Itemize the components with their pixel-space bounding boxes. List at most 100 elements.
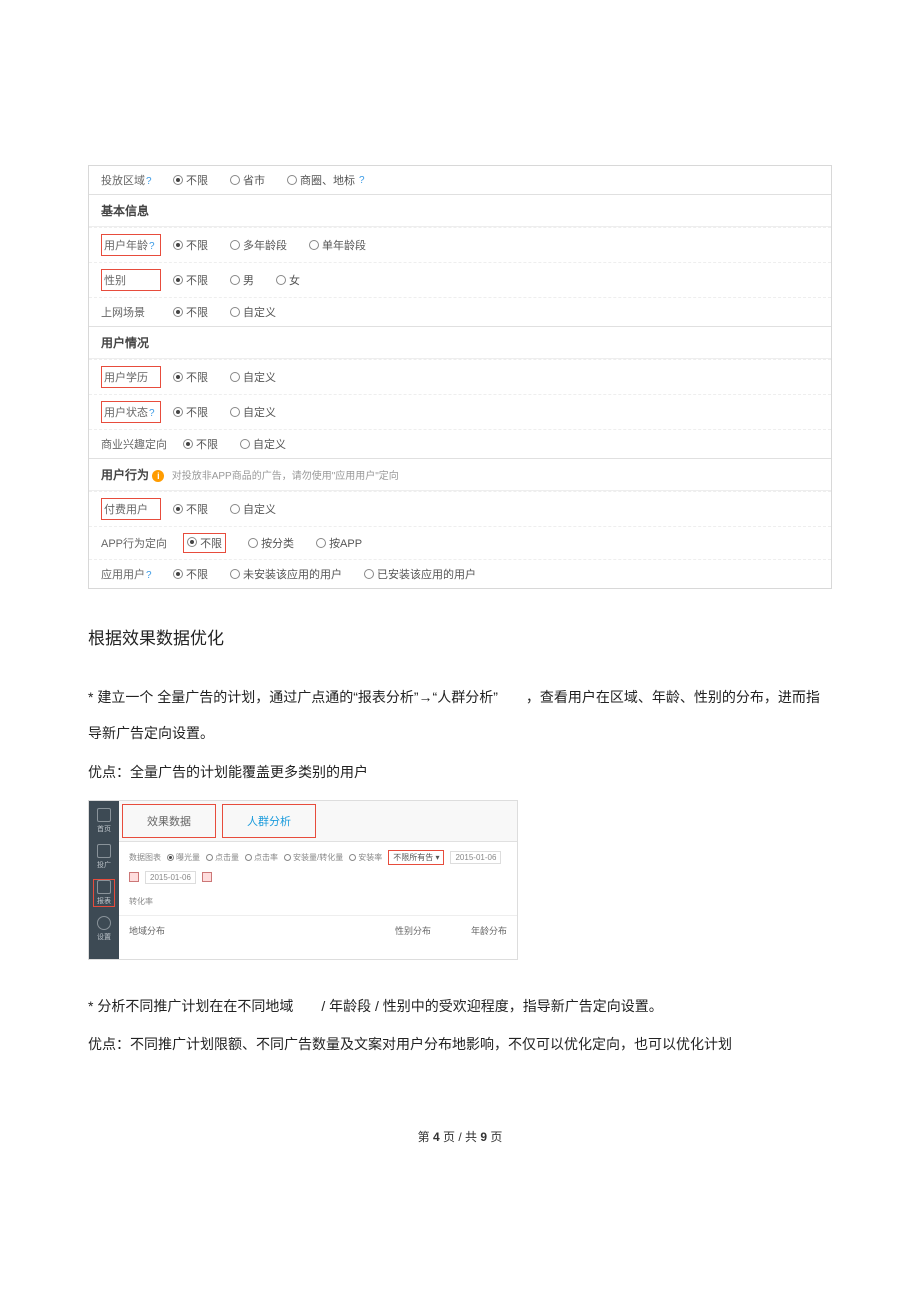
radio-status-1[interactable]: 自定义	[230, 404, 276, 420]
campaign-dropdown[interactable]: 不限所有告 ▾	[388, 850, 444, 865]
date-to[interactable]: 2015-01-06	[145, 871, 196, 884]
radio-pay-1[interactable]: 自定义	[230, 501, 276, 517]
analytics-sidebar: 首页 投广 报表 设置	[89, 801, 119, 959]
paragraph-2: 优点：全量广告的计划能覆盖更多类别的用户	[88, 758, 832, 786]
page-footer: 第 4 页 / 共 9 页	[88, 1128, 832, 1145]
analytics-figure: 首页 投广 报表 设置 效果数据 人群分析 数据图表 曝光量 点击量 点击率 安…	[88, 800, 518, 960]
metric-3[interactable]: 安装量/转化量	[284, 852, 343, 863]
radio-appu-1[interactable]: 未安装该应用的用户	[230, 566, 342, 582]
metric-0[interactable]: 曝光量	[167, 852, 200, 863]
radio-icon	[276, 275, 286, 285]
radio-appu-2[interactable]: 已安装该应用的用户	[364, 566, 476, 582]
radio-icon	[245, 854, 252, 861]
help-icon[interactable]: ?	[146, 570, 152, 581]
tab-crowd-analysis[interactable]: 人群分析	[222, 804, 316, 838]
help-icon[interactable]: ?	[359, 175, 365, 186]
radio-icon	[173, 372, 183, 382]
radio-icon	[316, 538, 326, 548]
analytics-controls: 数据图表 曝光量 点击量 点击率 安装量/转化量 安装率 不限所有告 ▾ 201…	[119, 842, 517, 916]
radio-scene-0[interactable]: 不限	[173, 304, 208, 320]
radio-icon	[173, 569, 183, 579]
col-region: 地域分布	[129, 924, 165, 937]
radio-icon	[167, 854, 174, 861]
calendar-icon[interactable]	[129, 872, 139, 882]
paragraph-1: * 建立一个 全量广告的计划，通过广点通的“报表分析”→“人群分析” ，查看用户…	[88, 679, 832, 752]
radio-edu-0[interactable]: 不限	[173, 369, 208, 385]
help-icon[interactable]: ?	[149, 408, 155, 419]
radio-icon	[230, 504, 240, 514]
sidebar-item-settings[interactable]: 设置	[93, 915, 115, 943]
metric-1[interactable]: 点击量	[206, 852, 239, 863]
radio-appu-0[interactable]: 不限	[173, 566, 208, 582]
radio-gender-0[interactable]: 不限	[173, 272, 208, 288]
section-user-header: 用户情况	[89, 327, 831, 359]
row-status: 用户状态? 不限 自定义	[89, 394, 831, 429]
radio-icon	[309, 240, 319, 250]
sidebar-item-home[interactable]: 首页	[93, 807, 115, 835]
radio-interest-1[interactable]: 自定义	[240, 436, 286, 452]
radio-appb-2[interactable]: 按APP	[316, 535, 362, 551]
radio-icon	[183, 439, 193, 449]
label-pay: 付费用户	[101, 498, 161, 520]
radio-region-0[interactable]: 不限	[173, 172, 208, 188]
radio-icon	[173, 175, 183, 185]
metric-4[interactable]: 安装率	[349, 852, 382, 863]
help-icon[interactable]: ?	[146, 176, 152, 187]
page-total: 9	[480, 1130, 487, 1144]
radio-icon	[364, 569, 374, 579]
radio-age-1[interactable]: 多年龄段	[230, 237, 287, 253]
radio-icon	[230, 275, 240, 285]
radio-appb-0[interactable]: 不限	[183, 533, 226, 553]
page-current: 4	[433, 1130, 440, 1144]
radio-gender-2[interactable]: 女	[276, 272, 300, 288]
row-scene: 上网场景 不限 自定义	[89, 297, 831, 326]
radio-gender-1[interactable]: 男	[230, 272, 254, 288]
row-edu: 用户学历 不限 自定义	[89, 359, 831, 394]
paragraph-4: 优点：不同推广计划限额、不同广告数量及文案对用户分布地影响，不仅可以优化定向，也…	[88, 1030, 832, 1058]
sidebar-item-stats[interactable]: 投广	[93, 843, 115, 871]
radio-age-0[interactable]: 不限	[173, 237, 208, 253]
radio-age-2[interactable]: 单年龄段	[309, 237, 366, 253]
gear-icon	[97, 916, 111, 930]
radio-status-0[interactable]: 不限	[173, 404, 208, 420]
radio-icon	[230, 569, 240, 579]
col-age: 年龄分布	[471, 924, 507, 937]
radio-icon	[173, 407, 183, 417]
radio-edu-1[interactable]: 自定义	[230, 369, 276, 385]
radio-icon	[248, 538, 258, 548]
calendar-icon[interactable]	[202, 872, 212, 882]
help-icon[interactable]: ?	[149, 241, 155, 252]
label-status: 用户状态?	[101, 401, 161, 423]
radio-icon	[173, 504, 183, 514]
analytics-columns: 地域分布 性别分布 年龄分布	[119, 916, 517, 959]
sidebar-item-report[interactable]: 报表	[93, 879, 115, 907]
radio-icon	[206, 854, 213, 861]
label-appbehavior: APP行为定向	[101, 535, 183, 551]
radio-pay-0[interactable]: 不限	[173, 501, 208, 517]
radio-region-1[interactable]: 省市	[230, 172, 265, 188]
radio-interest-0[interactable]: 不限	[183, 436, 218, 452]
chart-icon	[97, 844, 111, 858]
radio-icon	[173, 275, 183, 285]
heading-optimize: 根据效果数据优化	[88, 624, 832, 649]
list-icon	[97, 808, 111, 822]
row-appuser: 应用用户? 不限 未安装该应用的用户 已安装该应用的用户	[89, 559, 831, 588]
radio-scene-1[interactable]: 自定义	[230, 304, 276, 320]
row-region: 投放区域? 不限 省市 商圈、地标?	[89, 166, 831, 194]
radio-appb-1[interactable]: 按分类	[248, 535, 294, 551]
radio-icon	[287, 175, 297, 185]
radio-icon	[240, 439, 250, 449]
label-scene: 上网场景	[101, 304, 173, 320]
metric-extra[interactable]: 转化率	[129, 896, 153, 907]
radio-region-2[interactable]: 商圈、地标?	[287, 172, 365, 188]
metric-2[interactable]: 点击率	[245, 852, 278, 863]
tab-effect-data[interactable]: 效果数据	[122, 804, 216, 838]
row-appbehavior: APP行为定向 不限 按分类 按APP	[89, 526, 831, 559]
label-age: 用户年龄?	[101, 234, 161, 256]
radio-icon	[349, 854, 356, 861]
radio-icon	[284, 854, 291, 861]
radio-icon	[230, 407, 240, 417]
label-appuser: 应用用户?	[101, 566, 173, 582]
date-from[interactable]: 2015-01-06	[450, 851, 501, 864]
radio-icon	[230, 240, 240, 250]
